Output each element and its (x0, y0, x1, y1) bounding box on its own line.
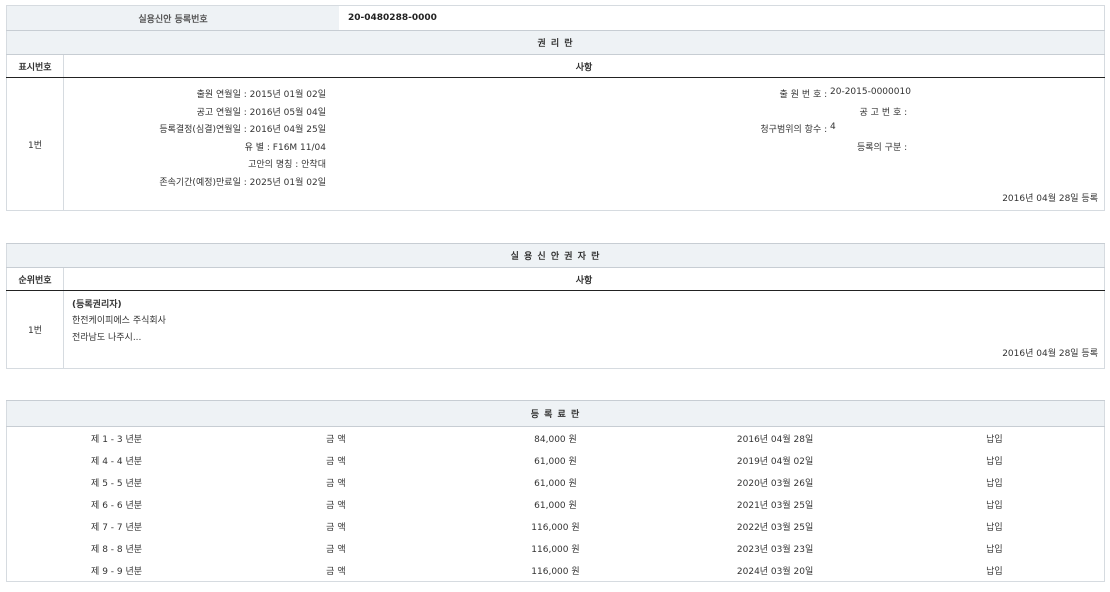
fee-paid-date: 2020년 03월 26일 (665, 471, 885, 493)
fee-paid-date: 2016년 04월 28일 (665, 427, 885, 450)
fee-amount-label: 금 액 (226, 449, 446, 471)
fee-period: 제 6 - 6 년분 (7, 493, 227, 515)
rights-application-number: 20-2015-0000010출 원 번 호 : (634, 87, 910, 100)
rights-registered-stamp: 2016년 04월 28일 등록 (1002, 191, 1098, 204)
fee-row: 제 1 - 3 년분금 액84,000 원2016년 04월 28일납입 (7, 427, 1105, 450)
fee-status: 납입 (885, 537, 1105, 559)
fee-paid-date: 2023년 03월 23일 (665, 537, 885, 559)
fees-section-title: 등 록 료 란 (7, 401, 1105, 427)
fee-amount: 116,000 원 (446, 559, 666, 582)
rights-col-item: 사항 (64, 55, 1105, 78)
rights-publication-date: 공고 연월일 : 2016년 05월 04일 (64, 105, 326, 118)
fee-period: 제 9 - 9 년분 (7, 559, 227, 582)
rights-claim-count: 4청구범위의 항수 : (634, 122, 910, 135)
fee-amount: 116,000 원 (446, 515, 666, 537)
holders-section-title: 실 용 신 안 권 자 란 (7, 244, 1105, 268)
fee-amount: 61,000 원 (446, 493, 666, 515)
rights-classification: 유 별 : F16M 11/04 (64, 140, 326, 153)
fee-period: 제 4 - 4 년분 (7, 449, 227, 471)
fee-row: 제 4 - 4 년분금 액61,000 원2019년 04월 02일납입 (7, 449, 1105, 471)
rights-device-title: 고안의 명칭 : 안착대 (64, 157, 326, 170)
fee-amount-label: 금 액 (226, 493, 446, 515)
fee-status: 납입 (885, 471, 1105, 493)
fee-status: 납입 (885, 493, 1105, 515)
fee-status: 납입 (885, 427, 1105, 450)
fee-period: 제 5 - 5 년분 (7, 471, 227, 493)
fee-period: 제 1 - 3 년분 (7, 427, 227, 450)
fee-amount-label: 금 액 (226, 471, 446, 493)
fee-amount: 84,000 원 (446, 427, 666, 450)
fee-amount: 61,000 원 (446, 449, 666, 471)
registration-number-table: 실용신안 등록번호 20-0480288-0000 (6, 5, 1105, 31)
fee-amount: 116,000 원 (446, 537, 666, 559)
fee-row: 제 5 - 5 년분금 액61,000 원2020년 03월 26일납입 (7, 471, 1105, 493)
registration-number-label: 실용신안 등록번호 (7, 6, 340, 31)
fees-section: 등 록 료 란 제 1 - 3 년분금 액84,000 원2016년 04월 2… (6, 400, 1105, 582)
rights-section: 권 리 란 표시번호 사항 1번 출원 연월일 : 2015년 01월 02일 … (6, 30, 1105, 211)
fee-status: 납입 (885, 559, 1105, 582)
fee-row: 제 8 - 8 년분금 액116,000 원2023년 03월 23일납입 (7, 537, 1105, 559)
fee-status: 납입 (885, 449, 1105, 471)
fee-row: 제 6 - 6 년분금 액61,000 원2021년 03월 25일납입 (7, 493, 1105, 515)
holders-entry-number: 1번 (7, 291, 64, 369)
rights-expiry-date: 존속기간(예정)만료일 : 2025년 01월 02일 (64, 175, 326, 188)
fee-amount: 61,000 원 (446, 471, 666, 493)
holder-role: (등록권리자) (72, 297, 122, 310)
holders-registered-stamp: 2016년 04월 28일 등록 (1002, 346, 1098, 359)
rights-decision-date: 등록결정(심결)연월일 : 2016년 04월 25일 (64, 122, 326, 135)
fee-amount-label: 금 액 (226, 427, 446, 450)
rights-section-title: 권 리 란 (7, 31, 1105, 55)
fee-row: 제 9 - 9 년분금 액116,000 원2024년 03월 20일납입 (7, 559, 1105, 582)
fee-amount-label: 금 액 (226, 515, 446, 537)
fee-status: 납입 (885, 515, 1105, 537)
fee-amount-label: 금 액 (226, 537, 446, 559)
fee-row: 제 7 - 7 년분금 액116,000 원2022년 03월 25일납입 (7, 515, 1105, 537)
rights-entry-number: 1번 (7, 78, 64, 211)
fee-paid-date: 2019년 04월 02일 (665, 449, 885, 471)
holder-address: 전라남도 나주시... (72, 330, 141, 343)
holders-entry-content: (등록권리자) 한전케이피에스 주식회사 전라남도 나주시... 2016년 0… (64, 291, 1105, 369)
holders-col-item: 사항 (64, 268, 1105, 291)
holder-name: 한전케이피에스 주식회사 (72, 313, 166, 326)
holders-section: 실 용 신 안 권 자 란 순위번호 사항 1번 (등록권리자) 한전케이피에스… (6, 243, 1105, 369)
rights-registration-type: 등록의 구분 : (634, 140, 910, 153)
registration-number-value: 20-0480288-0000 (339, 6, 1105, 31)
fees-table-body: 제 1 - 3 년분금 액84,000 원2016년 04월 28일납입제 4 … (7, 427, 1105, 582)
rights-entry-content: 출원 연월일 : 2015년 01월 02일 공고 연월일 : 2016년 05… (64, 78, 1105, 211)
fee-paid-date: 2024년 03월 20일 (665, 559, 885, 582)
rights-publication-number: 공 고 번 호 : (634, 105, 910, 118)
rights-filing-date: 출원 연월일 : 2015년 01월 02일 (64, 87, 326, 100)
fee-amount-label: 금 액 (226, 559, 446, 582)
fee-period: 제 8 - 8 년분 (7, 537, 227, 559)
fee-period: 제 7 - 7 년분 (7, 515, 227, 537)
holders-col-number: 순위번호 (7, 268, 64, 291)
fee-paid-date: 2022년 03월 25일 (665, 515, 885, 537)
fee-paid-date: 2021년 03월 25일 (665, 493, 885, 515)
rights-col-number: 표시번호 (7, 55, 64, 78)
